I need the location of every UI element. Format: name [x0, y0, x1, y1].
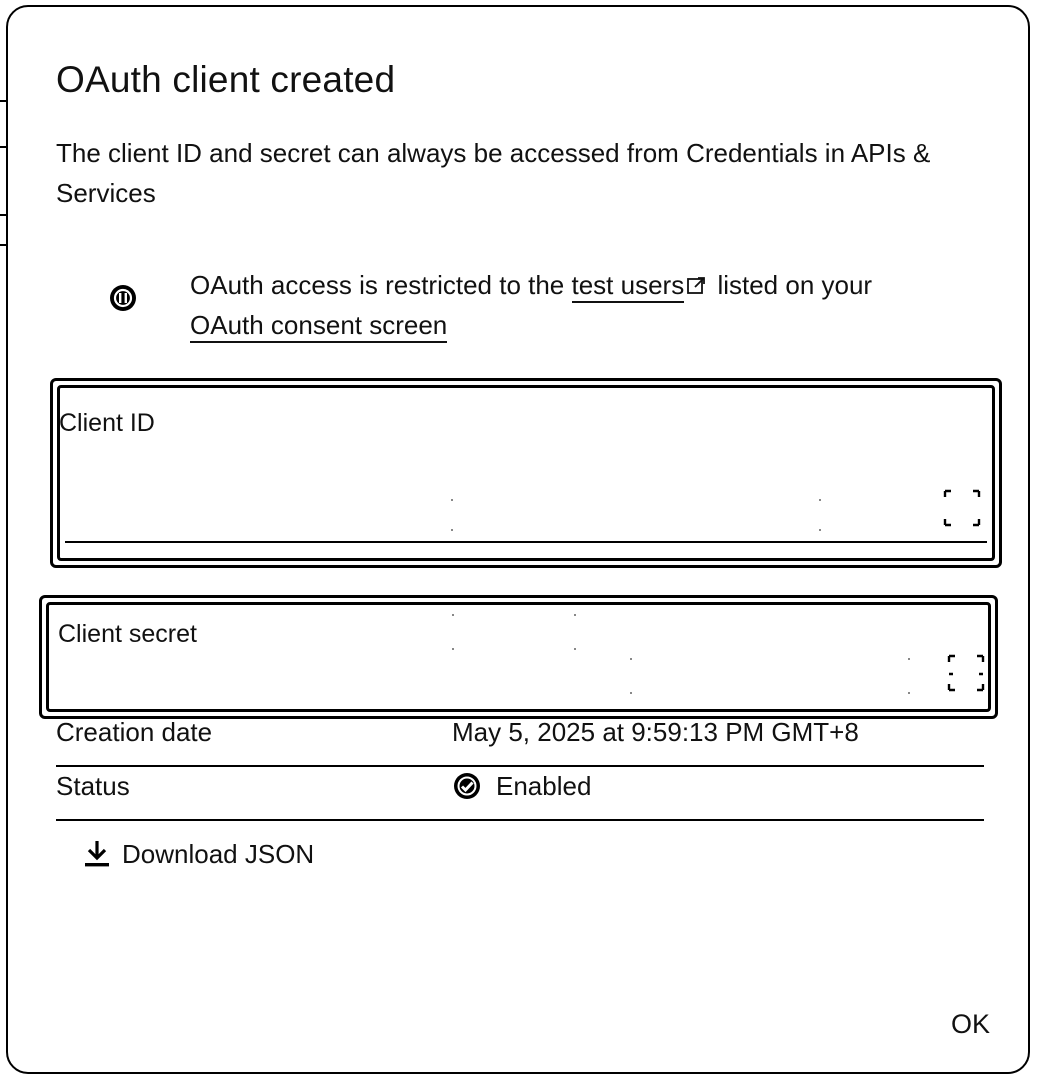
field-speck [574, 614, 576, 616]
field-speck [574, 648, 576, 650]
dialog-subtitle: The client ID and secret can always be a… [56, 138, 931, 208]
field-speck [630, 658, 632, 660]
download-json-label: Download JSON [122, 839, 315, 869]
status-value: Enabled [496, 771, 592, 801]
field-speck [452, 614, 454, 616]
creation-date-value: May 5, 2025 at 9:59:13 PM GMT+8 [452, 717, 859, 747]
notice-text-middle: listed on your [710, 270, 873, 300]
field-speck [451, 499, 453, 501]
client-secret-field-outline [46, 602, 991, 712]
field-speck [908, 658, 910, 660]
client-secret-field[interactable]: Client secret [39, 595, 998, 719]
client-id-label: Client ID [59, 409, 155, 437]
test-users-link[interactable]: test users [571, 270, 685, 303]
field-speck [451, 529, 453, 531]
info-icon [110, 285, 136, 311]
download-icon [85, 841, 109, 867]
ok-button[interactable]: OK [945, 1005, 996, 1044]
status-row: Status Enabled [56, 771, 984, 821]
oauth-client-created-dialog: OAuth client created The client ID and s… [6, 5, 1030, 1074]
field-speck [630, 692, 632, 694]
field-speck [819, 529, 821, 531]
dialog-title: OAuth client created [56, 59, 396, 100]
creation-date-row: Creation date May 5, 2025 at 9:59:13 PM … [56, 717, 984, 767]
client-id-field-outline [57, 385, 995, 561]
client-secret-label: Client secret [58, 620, 197, 648]
check-circle-icon [454, 773, 480, 799]
client-id-field[interactable]: Client ID [50, 378, 1002, 568]
field-speck [908, 692, 910, 694]
restriction-notice-text: OAuth access is restricted to the test u… [190, 265, 890, 345]
status-label: Status [56, 771, 130, 801]
field-speck [819, 499, 821, 501]
field-speck [452, 648, 454, 650]
copy-icon[interactable] [947, 654, 985, 692]
creation-date-label: Creation date [56, 717, 213, 747]
copy-icon[interactable] [943, 489, 981, 527]
external-link-icon[interactable] [686, 276, 706, 296]
notice-text-before: OAuth access is restricted to the [190, 270, 572, 300]
oauth-consent-screen-link[interactable]: OAuth consent screen [190, 310, 448, 343]
client-id-underline [65, 541, 987, 543]
